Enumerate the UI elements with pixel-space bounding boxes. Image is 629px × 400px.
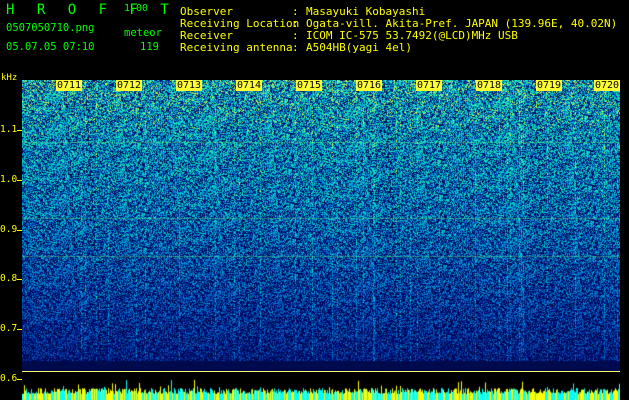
freq-tick (17, 180, 22, 181)
info-antenna-value: A504HB(yagi 4el) (306, 41, 412, 54)
info-colon: : (292, 41, 299, 54)
meteor-power-bar (22, 376, 620, 400)
freq-tick (17, 279, 22, 280)
freq-tick (17, 379, 22, 380)
time-label-0713: 0713 (176, 80, 203, 91)
meteor-label: meteor (124, 27, 162, 39)
frequency-unit: kHz (1, 73, 18, 83)
time-label-0712: 0712 (116, 80, 143, 91)
time-label-0720: 0720 (594, 80, 621, 91)
file-name: 0507050710.png (6, 22, 95, 34)
time-label-0717: 0717 (416, 80, 443, 91)
app-title: H R O F F T (6, 2, 176, 18)
freq-tick (17, 130, 22, 131)
spectrogram-baseline (22, 371, 620, 372)
time-label-0718: 0718 (476, 80, 503, 91)
time-label-0719: 0719 (536, 80, 563, 91)
time-label-0716: 0716 (356, 80, 383, 91)
time-label-0715: 0715 (296, 80, 323, 91)
app-version: 1.00 (124, 3, 149, 14)
meteor-count: 119 (140, 41, 159, 53)
spectrogram (22, 80, 620, 371)
time-label-0711: 0711 (56, 80, 83, 91)
freq-tick (17, 329, 22, 330)
info-antenna-label: Receiving antenna (180, 41, 293, 54)
time-label-0714: 0714 (236, 80, 263, 91)
file-datetime: 05.07.05 07:10 (6, 41, 95, 53)
freq-tick (17, 230, 22, 231)
